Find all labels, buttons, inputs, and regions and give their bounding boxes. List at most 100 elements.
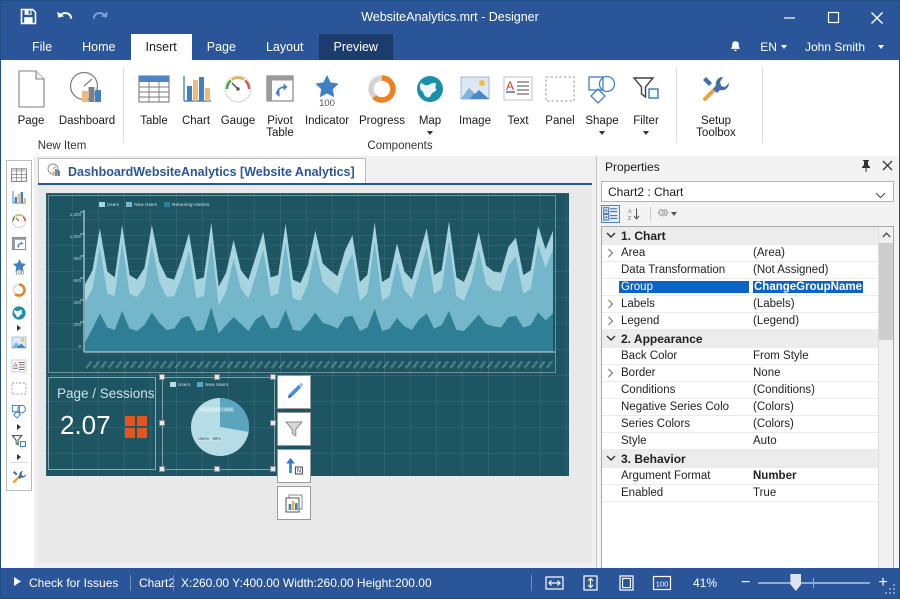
chevron-right-icon[interactable] <box>602 296 619 312</box>
ribbon-button-page[interactable]: Page <box>5 64 57 128</box>
maximize-button[interactable] <box>811 1 855 34</box>
property-grid-scrollbar[interactable] <box>878 227 893 599</box>
chevron-down-icon[interactable] <box>602 228 619 244</box>
property-row[interactable]: Area(Area) <box>602 245 878 262</box>
scrollbar-thumb[interactable] <box>879 243 893 340</box>
property-row[interactable]: Legend(Legend) <box>602 313 878 330</box>
menu-item-home[interactable]: Home <box>67 34 130 60</box>
undo-icon[interactable] <box>53 5 75 27</box>
ribbon-button-filter[interactable]: Filter <box>620 64 672 137</box>
fit-height-button[interactable] <box>579 573 601 593</box>
left-tool-chart[interactable] <box>7 186 31 209</box>
edit-pencil-button[interactable] <box>277 375 311 409</box>
property-row[interactable]: EnabledTrue <box>602 485 878 502</box>
minimize-button[interactable] <box>767 1 811 34</box>
left-tool-pivot-table[interactable] <box>7 232 31 255</box>
left-tool-setup-toolbox[interactable] <box>7 465 31 488</box>
selection-handle[interactable] <box>214 374 220 380</box>
resize-grip[interactable] <box>884 583 896 595</box>
property-row[interactable]: BorderNone <box>602 365 878 382</box>
categorized-view-button[interactable] <box>601 205 620 223</box>
property-row[interactable]: Data Transformation(Not Assigned) <box>602 262 878 279</box>
check-for-issues[interactable]: Check for Issues <box>13 568 118 598</box>
object-selector-combo[interactable]: Chart2 : Chart <box>601 181 894 202</box>
indicator-component[interactable]: Page / Sessions 2.07 <box>48 377 156 470</box>
property-value[interactable]: True <box>749 487 878 499</box>
one-page-button[interactable] <box>615 573 637 593</box>
left-tool-filter[interactable] <box>7 430 31 453</box>
left-tool-gauge[interactable] <box>7 209 31 232</box>
property-grid[interactable]: 1. ChartArea(Area)Data Transformation(No… <box>601 226 894 599</box>
series-button[interactable] <box>277 486 311 520</box>
save-icon[interactable] <box>17 5 39 27</box>
map-dropdown-arrow[interactable] <box>404 130 456 137</box>
property-category-row[interactable]: 3. Behavior <box>602 450 878 468</box>
chevron-down-icon[interactable] <box>602 331 619 347</box>
chevron-down-icon[interactable] <box>602 451 619 467</box>
selection-handle[interactable] <box>270 466 276 472</box>
property-value[interactable]: (Colors) <box>749 401 878 413</box>
property-row[interactable]: StyleAuto <box>602 433 878 450</box>
chevron-right-icon[interactable] <box>602 313 619 329</box>
chart-component[interactable]: Users New Users Returning Visitors 1,200… <box>48 195 556 373</box>
filter-dropdown-arrow[interactable] <box>620 130 672 137</box>
fit-width-button[interactable] <box>543 573 565 593</box>
property-row[interactable]: Back ColorFrom Style <box>602 348 878 365</box>
zoom-100-button[interactable]: 100 <box>651 573 673 593</box>
left-tool-text[interactable]: A <box>7 354 31 377</box>
property-value[interactable]: (Conditions) <box>749 384 878 396</box>
selection-handle[interactable] <box>159 466 165 472</box>
property-row[interactable]: Series Colors(Colors) <box>602 416 878 433</box>
report-page[interactable]: Users New Users Returning Visitors 1,200… <box>46 193 569 476</box>
notifications-button[interactable] <box>722 34 749 60</box>
ribbon-button-setup-toolbox[interactable]: SetupToolbox <box>685 64 747 139</box>
property-value[interactable]: None <box>749 367 878 379</box>
property-category-row[interactable]: 2. Appearance <box>602 330 878 348</box>
selection-handle[interactable] <box>270 374 276 380</box>
property-category-row[interactable]: 1. Chart <box>602 227 878 245</box>
slider-thumb[interactable] <box>790 574 801 591</box>
close-icon[interactable] <box>882 160 893 174</box>
property-row[interactable]: Argument FormatNumber <box>602 468 878 485</box>
design-canvas[interactable]: Users New Users Returning Visitors 1,200… <box>38 185 592 563</box>
pin-icon[interactable] <box>860 159 872 175</box>
property-row[interactable]: Conditions(Conditions) <box>602 382 878 399</box>
left-tool-image[interactable] <box>7 331 31 354</box>
filter-button[interactable] <box>277 412 311 446</box>
left-tool-progress[interactable] <box>7 278 31 301</box>
chevron-right-icon[interactable] <box>602 245 619 261</box>
user-menu[interactable]: John Smith <box>798 34 872 60</box>
property-value[interactable]: (Labels) <box>749 298 878 310</box>
property-value[interactable]: Number <box>749 470 878 482</box>
menu-item-layout[interactable]: Layout <box>251 34 319 60</box>
close-button[interactable] <box>855 1 899 34</box>
property-row[interactable]: Negative Series Colo(Colors) <box>602 399 878 416</box>
left-tool-map-dropdown[interactable] <box>7 324 31 331</box>
property-value[interactable]: From Style <box>749 350 878 362</box>
scroll-up-arrow[interactable] <box>879 227 893 242</box>
property-value[interactable]: (Not Assigned) <box>749 264 878 276</box>
ribbon-button-pivot-table[interactable]: PivotTable <box>254 64 306 139</box>
property-row[interactable]: GroupChangeGroupName <box>602 279 878 296</box>
pie-chart-component[interactable]: Users New Users New Users - 41% Users - … <box>162 377 275 470</box>
menu-item-page[interactable]: Page <box>192 34 251 60</box>
property-value[interactable]: (Colors) <box>749 418 878 430</box>
selection-handle[interactable] <box>159 374 165 380</box>
left-tool-panel[interactable] <box>7 377 31 400</box>
menu-item-file[interactable]: File <box>17 34 67 60</box>
settings-button[interactable] <box>658 205 677 223</box>
chevron-right-icon[interactable] <box>602 365 619 381</box>
language-selector[interactable]: EN <box>753 34 794 60</box>
left-tool-shape-dropdown[interactable] <box>7 423 31 430</box>
zoom-out-button[interactable]: − <box>741 575 750 591</box>
left-tool-table[interactable] <box>7 163 31 186</box>
selection-handle[interactable] <box>159 420 165 426</box>
property-value[interactable]: Auto <box>749 435 878 447</box>
left-tool-map[interactable] <box>7 301 31 324</box>
ribbon-button-progress[interactable]: Progress <box>356 64 408 128</box>
selection-handle[interactable] <box>270 420 276 426</box>
property-row[interactable]: Labels(Labels) <box>602 296 878 313</box>
menu-item-insert[interactable]: Insert <box>131 34 192 60</box>
redo-icon[interactable] <box>89 5 111 27</box>
alphabetical-sort-button[interactable]: AZ <box>624 205 643 223</box>
